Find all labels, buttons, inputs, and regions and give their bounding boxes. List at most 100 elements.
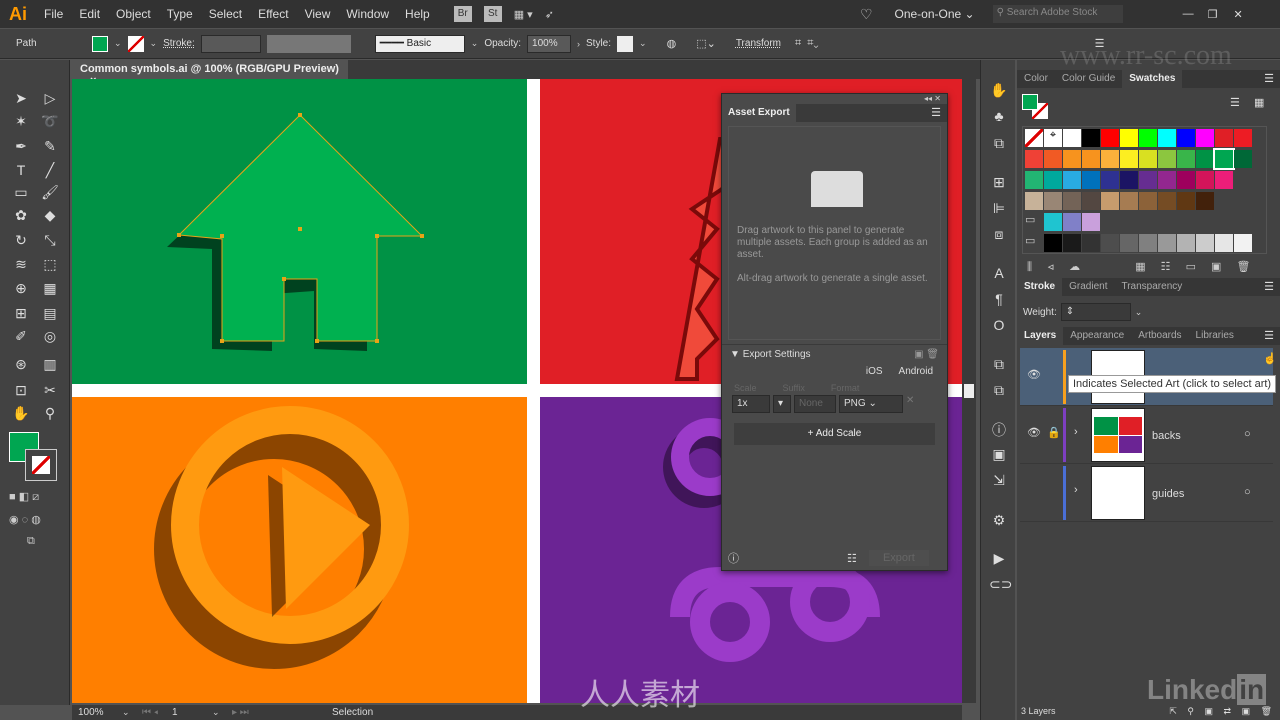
zoom-dropdown[interactable]: ⌄ [122, 707, 142, 718]
menu-effect[interactable]: Effect [250, 7, 296, 21]
free-transform-icon[interactable]: ⬚ [40, 254, 60, 274]
paintbrush-icon[interactable]: 🖌 [40, 182, 60, 202]
tab-stroke[interactable]: Stroke [1017, 278, 1063, 296]
gradient-tool-icon[interactable]: ▤ [40, 303, 60, 323]
hand-tool-icon[interactable]: ✋ [11, 403, 31, 423]
transform-icon[interactable]: ⊞ [989, 174, 1009, 194]
asset-drop-zone[interactable]: Drag artwork to this panel to generate m… [728, 126, 941, 340]
swatch[interactable] [1177, 234, 1195, 252]
swatch[interactable] [1063, 213, 1081, 231]
swatch[interactable] [1213, 148, 1235, 170]
swatch[interactable] [1234, 234, 1252, 252]
swatch[interactable] [1082, 234, 1100, 252]
settings-icons[interactable]: ▣ 🗑 [914, 349, 939, 360]
swatch[interactable] [1215, 234, 1233, 252]
rectangle-tool-icon[interactable]: ▭ [11, 182, 31, 202]
align-panel-icon[interactable]: ⊫ [989, 200, 1009, 220]
rotate-tool-icon[interactable]: ↻ [11, 230, 31, 250]
zoom-field[interactable]: 100% [72, 707, 122, 718]
align-icon[interactable]: ⬚⌄ [696, 37, 716, 50]
shaper-tool-icon[interactable]: ✿ [11, 205, 31, 225]
ios-preset[interactable]: iOS [866, 366, 883, 377]
line-tool-icon[interactable]: ╱ [40, 160, 60, 180]
eraser-icon[interactable]: ◆ [40, 205, 60, 225]
swatch[interactable] [1139, 150, 1157, 168]
menu-edit[interactable]: Edit [71, 7, 108, 21]
pathfinder-icon[interactable]: ⧈ [989, 226, 1009, 246]
opacity-field[interactable]: 100% [527, 34, 572, 53]
swatch[interactable] [1234, 150, 1252, 168]
swatch[interactable] [1196, 171, 1214, 189]
swatch[interactable] [1120, 192, 1138, 210]
swatch[interactable] [1139, 234, 1157, 252]
selection-tool-icon[interactable]: ➤ [11, 88, 31, 108]
menu-type[interactable]: Type [159, 7, 201, 21]
attributes-icon[interactable]: ▣ [989, 446, 1009, 466]
draw-mode-buttons[interactable]: ◉ ◌ ◍ [9, 513, 41, 526]
swatch[interactable] [1025, 150, 1043, 168]
arrange-documents-icon[interactable]: ▦ ▾ [514, 8, 533, 21]
swatch[interactable] [1063, 150, 1081, 168]
artboard-green[interactable] [72, 79, 527, 384]
swatch[interactable] [1139, 171, 1157, 189]
artboard-orange[interactable] [72, 397, 527, 703]
asset-export-icon[interactable]: ⧉ [989, 135, 1009, 155]
swatch[interactable] [1101, 150, 1119, 168]
puppet-warp-icon[interactable]: ✋ [989, 82, 1009, 102]
select-similar-icon[interactable]: ⌗⌄ [807, 37, 818, 50]
weight-field[interactable]: ⇕ [1060, 303, 1131, 321]
menu-file[interactable]: File [36, 7, 71, 21]
color-mode-buttons[interactable]: ■ ◧ ⧄ [9, 490, 39, 504]
links-icon[interactable]: ⧉ [989, 382, 1009, 402]
eyedropper-icon[interactable]: ✐ [11, 326, 31, 346]
target-circle-icon[interactable]: ○ [1244, 428, 1251, 440]
scale-dropdown[interactable]: ▾ [773, 395, 791, 413]
swatch[interactable] [1063, 129, 1081, 147]
target-icon[interactable]: ☝ [1263, 352, 1277, 365]
swatch[interactable] [1196, 129, 1214, 147]
swatch[interactable] [1063, 192, 1081, 210]
opentype-icon[interactable]: O [989, 317, 1009, 337]
swatch[interactable] [1139, 129, 1157, 147]
swatch[interactable] [1120, 150, 1138, 168]
add-scale-button[interactable]: + Add Scale [734, 423, 935, 445]
swatch[interactable] [1196, 192, 1214, 210]
minimize-button[interactable]: — [1183, 8, 1194, 20]
menu-help[interactable]: Help [397, 7, 438, 21]
artboard-nav-next[interactable]: ▸ ⏭ [232, 707, 332, 718]
swatch[interactable] [1158, 192, 1176, 210]
symbol-sprayer-icon[interactable]: ⊛ [11, 354, 31, 374]
swatch[interactable] [1177, 150, 1195, 168]
paragraph-icon[interactable]: ¶ [989, 291, 1009, 311]
artboard-tool-icon[interactable]: ⊡ [11, 380, 31, 400]
stroke-menu-icon[interactable]: ☰ [1258, 278, 1280, 296]
stroke-color-box[interactable] [25, 449, 57, 481]
layer-name[interactable]: backs [1152, 430, 1181, 442]
expand-arrow[interactable]: › [1074, 484, 1078, 496]
swatch[interactable] [1044, 192, 1062, 210]
stroke-weight-field[interactable] [200, 34, 261, 53]
lasso-icon[interactable]: ➰ [40, 111, 60, 131]
swatch[interactable] [1120, 129, 1138, 147]
document-tab[interactable]: Common symbols.ai @ 100% (RGB/GPU Previe… [72, 60, 348, 87]
character-icon[interactable]: A [989, 265, 1009, 285]
swatches-menu-icon[interactable]: ☰ [1258, 70, 1280, 88]
swatch[interactable] [1158, 129, 1176, 147]
width-tool-icon[interactable]: ≋ [11, 254, 31, 274]
remove-scale-icon[interactable]: ✕ [906, 395, 914, 413]
swatch[interactable] [1177, 171, 1195, 189]
swatch[interactable] [1196, 150, 1214, 168]
swatch[interactable] [1025, 192, 1043, 210]
gpu-rocket-icon[interactable]: ➶ [545, 8, 554, 21]
perspective-grid-icon[interactable]: ▦ [40, 278, 60, 298]
tab-swatches[interactable]: Swatches [1122, 70, 1183, 88]
swatch[interactable] [1158, 171, 1176, 189]
screen-mode-icon[interactable]: ⧉ [27, 535, 35, 548]
artboard-number[interactable]: 1 [172, 707, 212, 718]
android-preset[interactable]: Android [899, 366, 933, 377]
swatch[interactable] [1082, 150, 1100, 168]
settings-icon[interactable]: ⚙ [989, 512, 1009, 532]
shape-builder-icon[interactable]: ⊕ [11, 278, 31, 298]
visibility-eye-icon[interactable]: 👁 [1027, 426, 1041, 439]
transform-link[interactable]: Transform [736, 38, 781, 49]
